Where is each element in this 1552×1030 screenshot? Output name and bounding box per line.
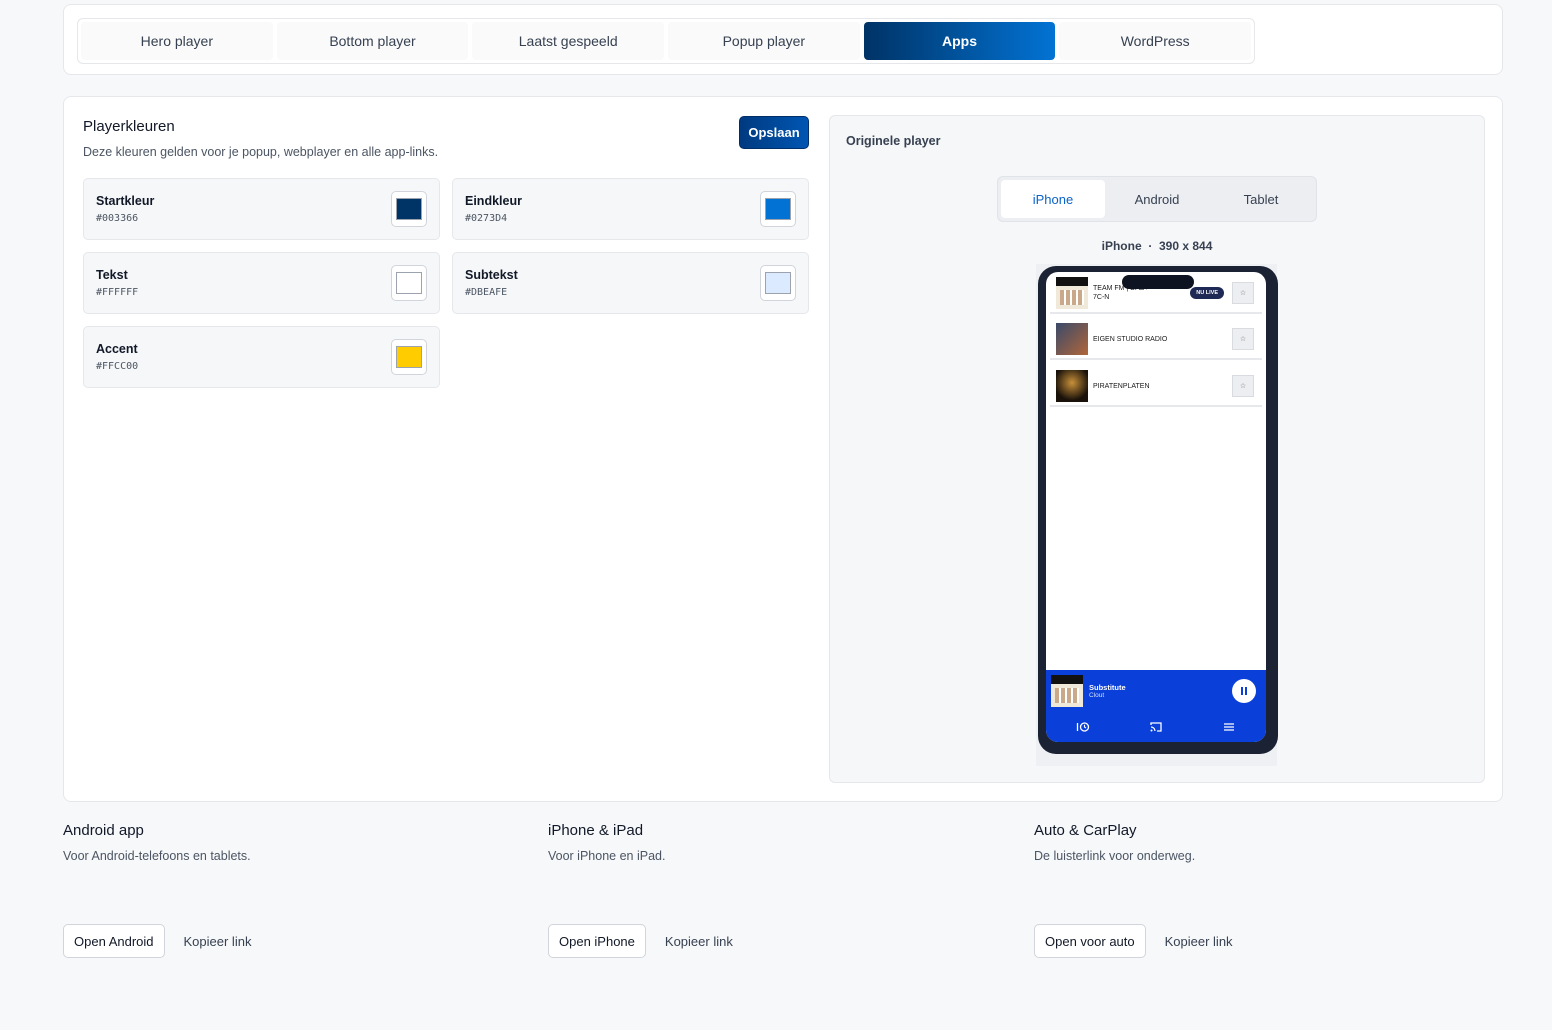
swatch-eindkleur: Eindkleur #0273D4	[452, 178, 809, 240]
now-playing-bar[interactable]: Substitute Clout	[1046, 670, 1266, 712]
swatch-hex: #003366	[96, 213, 139, 224]
swatch-accent: Accent #FFCC00	[83, 326, 440, 388]
tabs-card: Hero player Bottom player Laatst gespeel…	[63, 4, 1503, 75]
section-subtitle: Deze kleuren gelden voor je popup, webpl…	[83, 145, 439, 159]
menu-icon[interactable]	[1219, 717, 1239, 737]
swatch-subtekst: Subtekst #DBEAFE	[452, 252, 809, 314]
star-icon[interactable]: ☆	[1232, 328, 1254, 350]
cast-icon[interactable]	[1146, 717, 1166, 737]
phone-nav-bar	[1046, 712, 1266, 742]
color-preview	[396, 272, 422, 294]
station-item[interactable]: PIRATENPLATEN ☆	[1050, 367, 1262, 407]
color-preview	[396, 198, 422, 220]
live-badge: NU LIVE	[1190, 287, 1224, 299]
device-tabs: iPhone Android Tablet	[997, 176, 1317, 222]
phone-screen: TEAM FM | DAB+ 7C-N NU LIVE ☆ EIGEN STUD…	[1046, 272, 1266, 742]
phone-notch	[1122, 275, 1194, 289]
iphone-app-section: iPhone & iPad Voor iPhone en iPad. Open …	[548, 822, 948, 958]
pause-icon[interactable]	[1232, 679, 1256, 703]
device-name: iPhone	[1101, 239, 1142, 253]
device-tab-tablet[interactable]: Tablet	[1209, 180, 1313, 218]
player-colors-card: Playerkleuren Deze kleuren gelden voor j…	[63, 96, 1503, 802]
app-subtitle: Voor iPhone en iPad.	[548, 849, 666, 863]
swatch-label: Startkleur	[96, 194, 155, 208]
app-subtitle: De luisterlink voor onderweg.	[1034, 849, 1196, 863]
tab-wordpress[interactable]: WordPress	[1059, 22, 1252, 60]
color-picker[interactable]	[391, 265, 427, 301]
device-info: iPhone · 390 x 844	[830, 239, 1484, 253]
tab-bottom-player[interactable]: Bottom player	[276, 22, 469, 60]
swatch-hex: #DBEAFE	[465, 287, 508, 298]
station-artwork	[1056, 323, 1088, 355]
tab-laatst-gespeeld[interactable]: Laatst gespeeld	[472, 22, 665, 60]
station-artwork	[1056, 370, 1088, 402]
copy-link-button[interactable]: Kopieer link	[665, 934, 733, 949]
device-tab-android[interactable]: Android	[1105, 180, 1209, 218]
swatch-tekst: Tekst #FFFFFF	[83, 252, 440, 314]
swatch-hex: #FFFFFF	[96, 287, 139, 298]
preview-panel: Originele player iPhone Android Tablet i…	[829, 115, 1485, 783]
open-iphone-button[interactable]: Open iPhone	[548, 924, 646, 958]
carplay-app-section: Auto & CarPlay De luisterlink voor onder…	[1034, 822, 1434, 958]
open-android-button[interactable]: Open Android	[63, 924, 165, 958]
history-icon[interactable]	[1073, 717, 1093, 737]
device-separator: ·	[1148, 239, 1153, 253]
station-artwork	[1056, 277, 1088, 309]
station-name: PIRATENPLATEN	[1093, 382, 1150, 390]
now-playing-artist: Clout	[1089, 692, 1105, 699]
app-title: iPhone & iPad	[548, 822, 644, 839]
star-icon[interactable]: ☆	[1232, 282, 1254, 304]
swatch-label: Subtekst	[465, 268, 518, 282]
app-title: Android app	[63, 822, 144, 839]
copy-link-button[interactable]: Kopieer link	[184, 934, 252, 949]
swatch-hex: #FFCC00	[96, 361, 139, 372]
phone-mockup: TEAM FM | DAB+ 7C-N NU LIVE ☆ EIGEN STUD…	[1038, 266, 1278, 754]
swatch-startkleur: Startkleur #003366	[83, 178, 440, 240]
color-picker[interactable]	[391, 191, 427, 227]
now-playing-title: Substitute	[1089, 683, 1126, 692]
tab-bar: Hero player Bottom player Laatst gespeel…	[77, 18, 1255, 64]
swatch-label: Eindkleur	[465, 194, 522, 208]
device-tab-iphone[interactable]: iPhone	[1001, 180, 1105, 218]
color-preview	[396, 346, 422, 368]
save-button[interactable]: Opslaan	[739, 116, 809, 149]
tab-apps[interactable]: Apps	[863, 22, 1056, 60]
station-name: EIGEN STUDIO RADIO	[1093, 335, 1168, 343]
color-preview	[765, 272, 791, 294]
preview-title: Originele player	[846, 134, 941, 148]
color-picker[interactable]	[391, 339, 427, 375]
station-item[interactable]: EIGEN STUDIO RADIO ☆	[1050, 320, 1262, 360]
swatch-label: Accent	[96, 342, 138, 356]
app-subtitle: Voor Android-telefoons en tablets.	[63, 849, 251, 863]
open-auto-button[interactable]: Open voor auto	[1034, 924, 1146, 958]
color-preview	[765, 198, 791, 220]
android-app-section: Android app Voor Android-telefoons en ta…	[63, 822, 463, 958]
app-title: Auto & CarPlay	[1034, 822, 1137, 839]
swatch-hex: #0273D4	[465, 213, 508, 224]
section-title: Playerkleuren	[83, 118, 175, 135]
swatch-label: Tekst	[96, 268, 128, 282]
copy-link-button[interactable]: Kopieer link	[1165, 934, 1233, 949]
device-size: 390 x 844	[1158, 239, 1213, 253]
tab-hero-player[interactable]: Hero player	[81, 22, 273, 60]
star-icon[interactable]: ☆	[1232, 375, 1254, 397]
color-picker[interactable]	[760, 191, 796, 227]
color-picker[interactable]	[760, 265, 796, 301]
now-playing-artwork	[1051, 675, 1083, 707]
tab-popup-player[interactable]: Popup player	[668, 22, 860, 60]
